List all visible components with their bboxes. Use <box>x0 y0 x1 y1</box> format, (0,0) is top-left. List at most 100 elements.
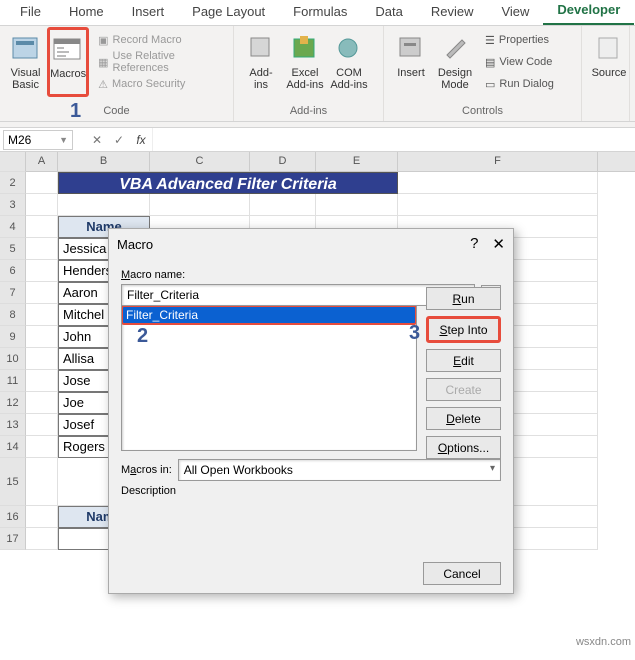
macro-list-item[interactable]: Filter_Criteria <box>122 306 416 324</box>
options-button[interactable]: Options... <box>426 436 501 459</box>
row-9[interactable]: 9 <box>0 326 26 348</box>
run-dialog-label: Run Dialog <box>499 78 553 90</box>
tab-pagelayout[interactable]: Page Layout <box>178 0 279 25</box>
code-group-label: Code <box>6 103 227 119</box>
ribbon-group-controls: Insert Design Mode ☰ Properties ▤ View C… <box>384 26 582 121</box>
close-icon[interactable]: ✕ <box>492 235 505 253</box>
source-label: Source <box>592 67 627 79</box>
macro-dialog: Macro ? ✕ Macro name: Filter_Criteria ▲ … <box>108 228 514 594</box>
macros-label: Macros <box>50 68 86 80</box>
insert-control-label: Insert <box>397 67 425 79</box>
row-4[interactable]: 4 <box>0 216 26 238</box>
tab-developer[interactable]: Developer <box>543 0 634 25</box>
view-code-label: View Code <box>499 56 552 68</box>
run-dialog-icon: ▭ <box>485 78 495 91</box>
edit-button[interactable]: Edit <box>426 349 501 372</box>
col-F[interactable]: F <box>398 152 598 171</box>
row-12[interactable]: 12 <box>0 392 26 414</box>
help-icon[interactable]: ? <box>470 235 478 253</box>
tab-review[interactable]: Review <box>417 0 488 25</box>
col-D[interactable]: D <box>250 152 316 171</box>
row-14[interactable]: 14 <box>0 436 26 458</box>
dialog-title: Macro <box>117 237 153 252</box>
create-button: Create <box>426 378 501 401</box>
relative-refs-label: Use Relative References <box>113 50 224 74</box>
name-box[interactable]: M26 ▼ <box>3 130 73 150</box>
row-3[interactable]: 3 <box>0 194 26 216</box>
source-button[interactable]: Source <box>588 29 630 99</box>
visual-basic-label: Visual Basic <box>11 67 41 91</box>
excel-addins-button[interactable]: Excel Add-ins <box>284 29 326 99</box>
macro-security-button[interactable]: ⚠ Macro Security <box>95 73 227 95</box>
excel-addins-icon <box>288 31 322 65</box>
relative-refs-icon: ▦ <box>98 56 108 69</box>
visual-basic-button[interactable]: Visual Basic <box>6 29 45 99</box>
annotation-3: 3 <box>409 322 420 345</box>
run-dialog-button[interactable]: ▭ Run Dialog <box>482 73 557 95</box>
macros-button[interactable]: Macros <box>47 27 89 97</box>
addins-button[interactable]: Add- ins <box>240 29 282 99</box>
properties-button[interactable]: ☰ Properties <box>482 29 557 51</box>
addins-group-label: Add-ins <box>240 103 377 119</box>
ribbon-group-code: Visual Basic Macros ▣ Record Macro ▦ Use… <box>0 26 234 121</box>
tab-formulas[interactable]: Formulas <box>279 0 361 25</box>
run-button[interactable]: Run <box>426 287 501 310</box>
macros-in-value: All Open Workbooks <box>184 463 293 477</box>
design-mode-button[interactable]: Design Mode <box>434 29 476 99</box>
properties-label: Properties <box>499 34 549 46</box>
row-6[interactable]: 6 <box>0 260 26 282</box>
tab-data[interactable]: Data <box>361 0 416 25</box>
addins-icon <box>244 31 278 65</box>
col-B[interactable]: B <box>58 152 150 171</box>
chevron-down-icon: ▾ <box>490 463 495 477</box>
record-macro-button[interactable]: ▣ Record Macro <box>95 29 227 51</box>
row-11[interactable]: 11 <box>0 370 26 392</box>
ribbon-group-xml: Source <box>582 26 630 121</box>
cancel-button[interactable]: Cancel <box>423 562 501 585</box>
dialog-buttons: Run Step Into Edit Create Delete Options… <box>426 287 501 459</box>
col-C[interactable]: C <box>150 152 250 171</box>
select-all-corner[interactable] <box>0 152 26 172</box>
formula-input[interactable] <box>152 128 635 151</box>
properties-icon: ☰ <box>485 34 495 47</box>
row-8[interactable]: 8 <box>0 304 26 326</box>
com-addins-icon <box>332 31 366 65</box>
tab-insert[interactable]: Insert <box>118 0 179 25</box>
row-17[interactable]: 17 <box>0 528 26 550</box>
enter-formula-icon[interactable]: ✓ <box>108 133 130 147</box>
addins-label: Add- ins <box>249 67 272 91</box>
com-addins-button[interactable]: COM Add-ins <box>328 29 370 99</box>
delete-button[interactable]: Delete <box>426 407 501 430</box>
insert-control-button[interactable]: Insert <box>390 29 432 99</box>
col-E[interactable]: E <box>316 152 398 171</box>
row-2[interactable]: 2 <box>0 172 26 194</box>
col-A[interactable]: A <box>26 152 58 171</box>
controls-group-label: Controls <box>390 103 575 119</box>
macro-security-label: Macro Security <box>112 78 185 90</box>
relative-refs-button[interactable]: ▦ Use Relative References <box>95 51 227 73</box>
dialog-titlebar: Macro ? ✕ <box>109 229 513 259</box>
title-banner[interactable]: VBA Advanced Filter Criteria <box>58 172 398 194</box>
row-10[interactable]: 10 <box>0 348 26 370</box>
macro-name-input[interactable]: Filter_Criteria <box>121 284 475 306</box>
tab-file[interactable]: File <box>6 0 55 25</box>
row-15[interactable]: 15 <box>0 458 26 506</box>
cell-F2[interactable] <box>398 172 598 194</box>
row-13[interactable]: 13 <box>0 414 26 436</box>
row-5[interactable]: 5 <box>0 238 26 260</box>
design-mode-label: Design Mode <box>438 67 472 91</box>
cancel-formula-icon[interactable]: ✕ <box>86 133 108 147</box>
view-code-button[interactable]: ▤ View Code <box>482 51 557 73</box>
tab-view[interactable]: View <box>487 0 543 25</box>
ribbon: Visual Basic Macros ▣ Record Macro ▦ Use… <box>0 26 635 122</box>
cell-A2[interactable] <box>26 172 58 194</box>
macro-name-label: Macro name: <box>121 269 501 281</box>
fx-icon[interactable]: fx <box>130 133 152 147</box>
row-7[interactable]: 7 <box>0 282 26 304</box>
row-16[interactable]: 16 <box>0 506 26 528</box>
step-into-button[interactable]: Step Into <box>426 316 501 343</box>
macros-in-select[interactable]: All Open Workbooks ▾ <box>178 459 501 481</box>
macro-list[interactable]: Filter_Criteria <box>121 305 417 451</box>
tab-home[interactable]: Home <box>55 0 118 25</box>
excel-addins-label: Excel Add-ins <box>286 67 323 91</box>
